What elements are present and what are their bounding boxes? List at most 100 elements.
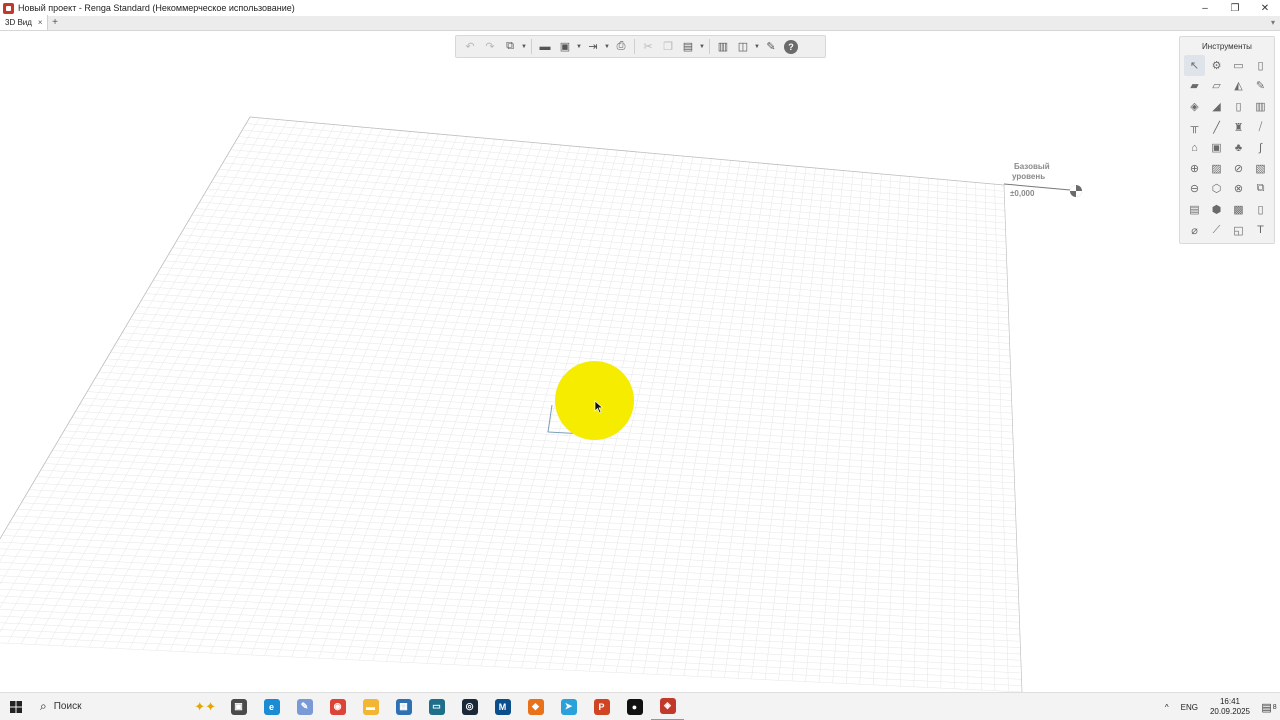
rebar-icon[interactable]: ⧸ <box>1250 117 1271 138</box>
notification-count: 8 <box>1272 703 1277 711</box>
steam-taskbar-button[interactable]: ◎ <box>453 693 486 720</box>
block-icon[interactable]: ◱ <box>1228 220 1249 241</box>
railing-icon[interactable]: ╥ <box>1184 117 1205 138</box>
renga-window: Новый проект - Renga Standard (Некоммерч… <box>0 0 1280 720</box>
toolbar-divider <box>709 39 710 54</box>
cut-button[interactable]: ✂ <box>638 37 658 56</box>
sheet-icon[interactable]: ▧ <box>1250 158 1271 179</box>
powerpoint-taskbar-button[interactable]: P <box>585 693 618 720</box>
terminal-taskbar-button[interactable]: ▭ <box>420 693 453 720</box>
properties-button[interactable]: ▥ <box>713 37 733 56</box>
copy-button[interactable]: ❐ <box>658 37 678 56</box>
assembly-icon[interactable]: ⧉ <box>1250 179 1271 200</box>
toolbar-divider <box>531 39 532 54</box>
ramp-icon[interactable]: ◢ <box>1206 96 1227 117</box>
elevation-icon[interactable]: ⊖ <box>1184 179 1205 200</box>
column-icon[interactable]: ▯ <box>1250 55 1271 76</box>
clock[interactable]: 16:41 20.09.2025 <box>1210 697 1250 717</box>
save-button[interactable]: ▣ <box>555 37 575 56</box>
3d-viewport[interactable] <box>0 32 1280 692</box>
taskbar-search[interactable]: ⌕ Поиск ✦✦ <box>32 693 222 720</box>
export-dropdown[interactable]: ▼ <box>603 44 611 50</box>
restore-button[interactable]: ❐ <box>1220 0 1250 16</box>
export-button[interactable]: ⇥ <box>583 37 603 56</box>
app-mf-taskbar-button[interactable]: M <box>486 693 519 720</box>
shape-icon[interactable]: ⬡ <box>1206 179 1227 200</box>
paint-icon: ✎ <box>296 698 313 715</box>
help-button[interactable]: ? <box>781 37 801 56</box>
layers-icon: ◫ <box>737 41 749 53</box>
start-button[interactable] <box>0 693 32 720</box>
shield-app-icon: ◆ <box>527 698 544 715</box>
fitting-icon[interactable]: ⊘ <box>1228 158 1249 179</box>
telegram-taskbar-button[interactable]: ➤ <box>552 693 585 720</box>
stair-icon[interactable]: ▤ <box>1184 199 1205 220</box>
tools-panel: Инструменты ↖ ⚙ ▭ ▯ ▰ ▱ ◭ ✎ ◈ ◢ ▯ ▥ ╥ ╱ ♜ ⧸ ⌂ ▣ ♣ ∫ ⊕ ▨ ⊘ ▧ ⊖ ⬡ ⊗ ⧉… <box>1179 36 1275 244</box>
input-language[interactable]: ENG <box>1181 703 1198 712</box>
shield-app-taskbar-button[interactable]: ◆ <box>519 693 552 720</box>
layers-dropdown[interactable]: ▼ <box>753 44 761 50</box>
save-dropdown[interactable]: ▼ <box>575 44 583 50</box>
select-icon[interactable]: ↖ <box>1184 55 1205 76</box>
save-icon: ▣ <box>559 41 571 53</box>
paste-button[interactable]: ▤ <box>678 37 698 56</box>
opening-icon[interactable]: ▯ <box>1250 199 1271 220</box>
open-button[interactable]: ▬ <box>535 37 555 56</box>
edge-taskbar-button[interactable]: e <box>255 693 288 720</box>
paint-taskbar-button[interactable]: ✎ <box>288 693 321 720</box>
terminal-icon: ▭ <box>428 698 445 715</box>
hatch-icon[interactable]: ⬢ <box>1206 199 1227 220</box>
add-tab-button[interactable]: + <box>48 15 63 30</box>
paste-dropdown[interactable]: ▼ <box>698 44 706 50</box>
redo-button[interactable]: ↷ <box>480 37 500 56</box>
text-icon[interactable]: T <box>1250 220 1271 241</box>
tray-chevron-icon[interactable]: ^ <box>1165 703 1169 712</box>
print-button[interactable]: ⎙ <box>611 37 631 56</box>
duct-icon[interactable]: ⊕ <box>1184 158 1205 179</box>
close-button[interactable]: ✕ <box>1250 0 1280 16</box>
notifications-icon: ▤ <box>1261 701 1272 714</box>
wire-icon[interactable]: ∫ <box>1250 137 1271 158</box>
settings-button[interactable]: ✎ <box>761 37 781 56</box>
equipment-icon[interactable]: ♜ <box>1228 117 1249 138</box>
floor-icon[interactable]: ◈ <box>1184 96 1205 117</box>
pipe-icon[interactable]: ⌂ <box>1184 137 1205 158</box>
room-icon[interactable]: ▣ <box>1206 137 1227 158</box>
calculator-taskbar-button[interactable]: ▦ <box>387 693 420 720</box>
tab-close-icon[interactable]: × <box>38 18 43 27</box>
layers-button[interactable]: ◫ <box>733 37 753 56</box>
roof-icon[interactable]: ◭ <box>1228 76 1249 97</box>
window-icon[interactable]: ▥ <box>1250 96 1271 117</box>
calculator-icon: ▦ <box>395 698 412 715</box>
chrome-taskbar-button[interactable]: ◉ <box>321 693 354 720</box>
main-toolbar: ↶ ↷ ⧉ ▼ ▬ ▣ ▼ ⇥ ▼ ⎙ ✂ ❐ ▤ ▼ ▥ ◫ ▼ ✎ ? <box>455 35 826 58</box>
pen-icon[interactable]: ✎ <box>1250 76 1271 97</box>
recorder-icon: ● <box>626 698 643 715</box>
copy-objects-button[interactable]: ⧉ <box>500 37 520 56</box>
axis-icon[interactable]: ⟋ <box>1206 220 1227 241</box>
level-name-line2: уровень <box>1012 172 1045 181</box>
undo-button[interactable]: ↶ <box>460 37 480 56</box>
tab-menu-chevron-icon[interactable]: ▾ <box>1271 18 1275 27</box>
file-explorer-taskbar-button[interactable]: ▬ <box>354 693 387 720</box>
recorder-taskbar-button[interactable]: ● <box>618 693 651 720</box>
slab-icon[interactable]: ▱ <box>1206 76 1227 97</box>
renga-taskbar-button[interactable]: ◈ <box>651 693 684 720</box>
notifications-button[interactable]: ▤ 8 <box>1258 693 1280 720</box>
task-view-taskbar-button[interactable]: ▣ <box>222 693 255 720</box>
plant-icon[interactable]: ♣ <box>1228 137 1249 158</box>
image-icon[interactable]: ▩ <box>1228 199 1249 220</box>
tab-3d-view[interactable]: 3D Вид × <box>0 15 48 30</box>
title-bar: Новый проект - Renga Standard (Некоммерч… <box>0 0 1280 16</box>
copy-objects-dropdown[interactable]: ▼ <box>520 44 528 50</box>
line-icon[interactable]: ╱ <box>1206 117 1227 138</box>
beam-icon[interactable]: ▰ <box>1184 76 1205 97</box>
reference-icon[interactable]: ⚙ <box>1206 55 1227 76</box>
valve-icon[interactable]: ⊗ <box>1228 179 1249 200</box>
area-icon[interactable]: ▨ <box>1206 158 1227 179</box>
door-icon[interactable]: ▯ <box>1228 96 1249 117</box>
wall-icon[interactable]: ▭ <box>1228 55 1249 76</box>
renga-app-icon <box>3 2 14 14</box>
dimension-icon[interactable]: ⌀ <box>1184 220 1205 241</box>
minimize-button[interactable]: – <box>1190 0 1220 16</box>
